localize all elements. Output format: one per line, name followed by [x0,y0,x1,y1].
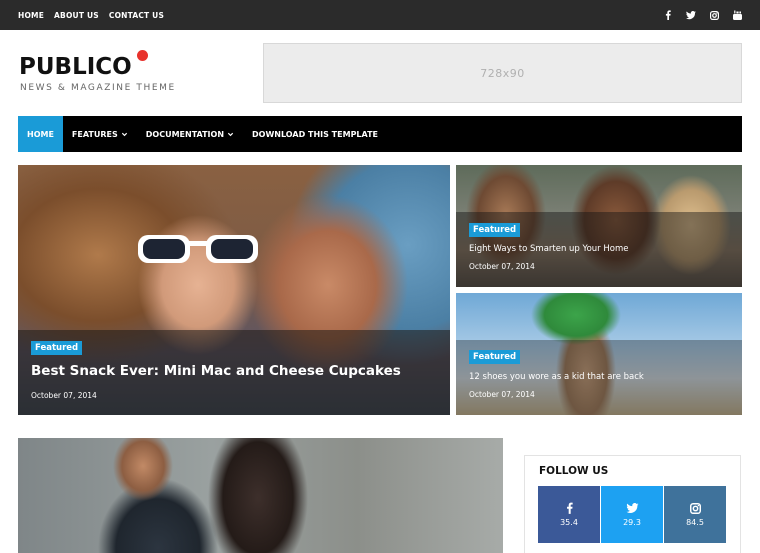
ad-label: 728x90 [480,66,525,80]
youtube-icon[interactable] [732,10,742,20]
nav-item-download-template[interactable]: DOWNLOAD THIS TEMPLATE [243,116,387,152]
nav-item-label: HOME [27,129,54,139]
post-title[interactable]: 12 shoes you wore as a kid that are back [469,372,644,382]
chevron-down-icon [121,132,127,136]
follower-count: 29.3 [623,517,641,527]
instagram-icon[interactable] [709,10,719,20]
top-bar: HOME ABOUT US CONTACT US [0,0,760,30]
featured-card-2[interactable]: Featured Eight Ways to Smarten up Your H… [456,165,742,287]
post-date: October 07, 2014 [31,391,97,400]
follower-count: 35.4 [560,518,578,527]
featured-card-main[interactable]: Featured Best Snack Ever: Mini Mac and C… [18,165,450,415]
top-links: HOME ABOUT US CONTACT US [18,0,164,30]
nav-item-label: DOCUMENTATION [145,129,225,139]
chevron-down-icon [227,132,234,136]
post-date: October 07, 2014 [469,262,535,271]
site-tagline: NEWS & MAGAZINE THEME [20,83,176,93]
post-title[interactable]: Eight Ways to Smarten up Your Home [469,244,628,254]
sunglasses-shape [138,235,258,263]
featured-card-3[interactable]: Featured 12 shoes you wore as a kid that… [456,293,742,415]
nav-item-documentation[interactable]: DOCUMENTATION [137,116,243,152]
nav-item-label: FEATURES [71,129,118,139]
post-title[interactable]: Best Snack Ever: Mini Mac and Cheese Cup… [31,363,401,379]
top-link-contact-us[interactable]: CONTACT US [109,11,164,20]
main-nav: HOME FEATURES DOCUMENTATION DOWNLOAD THI… [18,116,742,152]
follow-us-widget: FOLLOW US 35.4 29.3 84.5 [524,455,741,553]
instagram-icon [689,502,701,514]
post-image [18,438,503,553]
featured-badge[interactable]: Featured [469,223,521,237]
featured-badge[interactable]: Featured [469,350,521,364]
logo-dot [137,50,148,61]
featured-badge[interactable]: Featured [31,341,83,355]
top-social-icons [663,0,742,30]
facebook-icon[interactable] [663,10,673,20]
follower-count: 84.5 [686,517,704,527]
instagram-follow-button[interactable]: 84.5 [664,486,726,543]
nav-item-features[interactable]: FEATURES [63,116,137,152]
widget-title: FOLLOW US [539,465,609,477]
facebook-icon [566,502,573,514]
twitter-follow-button[interactable]: 29.3 [601,486,663,543]
twitter-icon [625,502,639,513]
post-date: October 07, 2014 [469,390,535,399]
site-logo[interactable]: PUBLICO [19,50,148,82]
nav-item-home[interactable]: HOME [18,116,63,152]
top-link-about-us[interactable]: ABOUT US [54,11,99,20]
nav-item-label: DOWNLOAD THIS TEMPLATE [252,129,379,139]
top-link-home[interactable]: HOME [18,11,44,20]
twitter-icon[interactable] [686,10,696,20]
ad-banner[interactable]: 728x90 [263,43,742,103]
logo-text: PUBLICO [19,54,132,80]
facebook-follow-button[interactable]: 35.4 [538,486,600,543]
post-thumbnail[interactable] [18,438,503,553]
